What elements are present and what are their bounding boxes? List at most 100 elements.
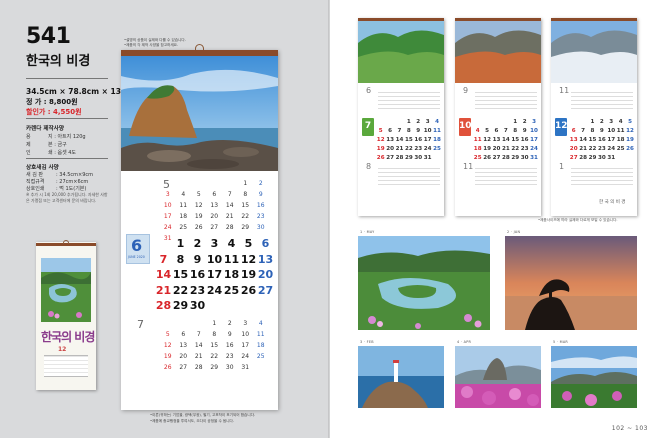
calendar-day: 1 xyxy=(176,237,185,250)
calendar-day xyxy=(385,118,394,127)
wall-prev-month: 11 xyxy=(559,86,570,95)
calendar-day: 23 xyxy=(597,146,606,152)
wall-current-month-grid: 1 2 3 4 5 6 7 8 9 10 11 12 13 14 15 16 17 18 19 20 21 22 23 24 2… xyxy=(376,118,442,163)
photo-apr-image xyxy=(455,346,541,408)
spec-row: 제본 : 금구 xyxy=(26,142,67,148)
photo-may-image xyxy=(358,236,490,330)
calendar-day: 2 xyxy=(193,237,202,250)
calendar-day: 21 xyxy=(194,353,203,360)
calendar-day: 27 xyxy=(257,283,274,297)
calendar-day: 26 xyxy=(163,364,172,371)
calendar-day: 22 xyxy=(404,146,413,152)
calendar-day: 27 xyxy=(492,155,501,161)
page-number: 102 ~ 103 xyxy=(611,425,648,432)
calendar-day: 20 xyxy=(210,213,219,220)
calendar-day: 18 xyxy=(473,146,482,152)
calendar-day: 29 xyxy=(404,155,413,161)
calendar-day: 12 xyxy=(483,137,491,143)
calendar-day: 9 xyxy=(522,128,527,134)
calendar-day: 31 xyxy=(607,155,616,161)
calendar-day: 8 xyxy=(243,191,248,198)
calendar-day: 19 xyxy=(376,146,385,152)
calendar-day: 30 xyxy=(414,155,423,161)
calendar-day: 16 xyxy=(189,268,206,281)
calendar-day: 9 xyxy=(416,128,421,134)
photo-caption: 3 · FEB xyxy=(360,340,374,344)
calendar-day: 4 xyxy=(475,128,480,134)
photo-jan-image xyxy=(505,236,637,330)
calendar-day xyxy=(176,178,192,189)
calendar-day: 8 xyxy=(212,331,217,338)
calendar-day: 13 xyxy=(210,202,219,209)
wall-next-month-grid xyxy=(571,166,633,188)
calendar-day: 16 xyxy=(597,137,606,143)
calendar-day: 4 xyxy=(435,119,439,125)
wall-current-month: 12 xyxy=(555,118,568,136)
calendar-day: 5 xyxy=(628,119,632,125)
calendar-day: 5 xyxy=(485,128,490,134)
calendar-day: 13 xyxy=(492,137,501,143)
calendar-day: 17 xyxy=(206,268,223,281)
hanger-hook-icon xyxy=(63,240,69,244)
photo-feb-image xyxy=(358,346,444,408)
calendar-day: 27 xyxy=(569,155,578,161)
right-note: •제품사이즈에 따라 실제와 다르게 보일 수 있습니다. xyxy=(538,218,618,222)
calendar-day: 23 xyxy=(414,146,423,152)
calendar-day: 29 xyxy=(511,155,520,161)
calendar-day: 19 xyxy=(163,353,172,360)
calendar-day: 27 xyxy=(386,155,394,161)
calendar-day: 22 xyxy=(588,146,597,152)
wall-prev-month-grid xyxy=(571,90,633,112)
calendar-day: 21 xyxy=(579,146,587,152)
calendar-day: 29 xyxy=(588,155,597,161)
calendar-day: 5 xyxy=(244,237,253,250)
calendar-day: 13 xyxy=(569,137,578,143)
calendar-day: 28 xyxy=(501,155,510,161)
calendar-day: 10 xyxy=(423,128,432,134)
divider xyxy=(26,118,108,119)
calendar-day: 23 xyxy=(520,146,529,152)
calendar-day: 2 xyxy=(522,119,527,125)
wall-prev-month-grid xyxy=(475,90,537,112)
calendar-day: 25 xyxy=(223,283,240,297)
calendar-day: 5 xyxy=(196,191,201,198)
calendar-day: 10 xyxy=(530,128,538,134)
calendar-day xyxy=(155,236,172,252)
calendar-day: 26 xyxy=(240,283,257,297)
calendar-day: 17 xyxy=(607,137,616,143)
calendar-day: 23 xyxy=(189,283,206,297)
calendar-day: 24 xyxy=(163,224,172,231)
calendar-day: 1 xyxy=(406,119,411,125)
catalog-spread: 541 한국의 비경 34.5cm × 78.8cm × 13매 정 가 : 8… xyxy=(0,0,660,438)
calendar-day: 24 xyxy=(206,283,223,297)
calendar-day: 14 xyxy=(225,202,234,209)
calendar-day: 8 xyxy=(513,128,518,134)
wall-next-month-grid xyxy=(475,166,537,188)
calendar-day: 28 xyxy=(194,364,203,371)
product-title: 한국의 비경 xyxy=(26,54,91,69)
thumbnail-title: 한국의 비경 xyxy=(41,330,95,344)
calendar-day: 26 xyxy=(626,146,634,152)
calendar-day: 17 xyxy=(423,137,432,143)
calendar-day: 26 xyxy=(194,224,203,231)
calendar-day xyxy=(492,118,501,127)
calendar-day: 31 xyxy=(530,155,538,161)
calendar-day: 19 xyxy=(483,146,491,152)
wall-calendar-image xyxy=(358,21,444,83)
calendar-day: 8 xyxy=(406,128,411,134)
calendar-day: 4 xyxy=(227,237,236,250)
calendar-day: 7 xyxy=(227,191,232,198)
calendar-day xyxy=(191,178,207,189)
calendar-day: 20 xyxy=(569,146,578,152)
calendar-day: 14 xyxy=(579,137,587,143)
calendar-day: 28 xyxy=(395,155,404,161)
calendar-day: 3 xyxy=(609,119,614,125)
calendar-day: 11 xyxy=(473,137,482,143)
calendar-day: 30 xyxy=(189,299,206,312)
calendar-day: 20 xyxy=(386,146,394,152)
calendar-day: 6 xyxy=(388,128,393,134)
wall-next-month: 1 xyxy=(559,162,565,171)
calendar-day: 11 xyxy=(433,128,441,134)
calendar-day xyxy=(482,118,491,127)
calendar-day: 22 xyxy=(172,283,189,297)
